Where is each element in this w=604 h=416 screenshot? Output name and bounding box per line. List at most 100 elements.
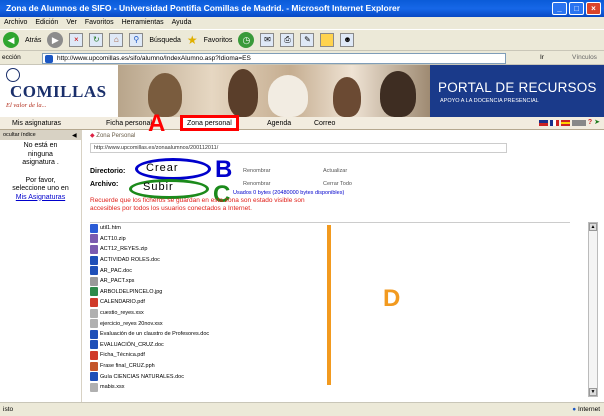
status-bar: isto ● Internet <box>0 402 604 416</box>
zip-file-icon <box>90 244 98 254</box>
quota-text: Usados 0 bytes (20480000 bytes disponibl… <box>233 190 345 196</box>
word-file-icon <box>90 340 98 350</box>
status-text: isto <box>3 406 14 413</box>
message-line: No está en <box>23 142 58 149</box>
links-label[interactable]: Vínculos <box>572 51 597 65</box>
comillas-logo: COMILLAS El valor de la... <box>0 65 118 117</box>
scroll-down-icon[interactable]: ▼ <box>589 388 597 396</box>
search-icon[interactable]: ⚲ <box>129 33 144 47</box>
nav-tabs: Mis asignaturas Ficha personal Zona pers… <box>0 115 604 131</box>
uk-flag-icon[interactable] <box>538 120 548 126</box>
zone-label: Internet <box>577 406 600 413</box>
browser-toolbar: ◀ Atrás ▶ × ↻ ⌂ ⚲ Búsqueda ★ Favoritos ◷… <box>0 29 604 51</box>
fr-flag-icon[interactable] <box>549 120 559 126</box>
file-list-scrollbar[interactable]: ▲ ▼ <box>588 222 598 397</box>
rename-file-button[interactable]: Renombrar <box>243 181 271 187</box>
forward-arrow-icon[interactable]: ▶ <box>47 32 64 48</box>
person-figure <box>228 69 258 117</box>
minimize-button[interactable]: _ <box>552 2 567 15</box>
file-icon <box>90 382 98 392</box>
main-content: ◆ Zona Personal http://www.upcomillas.es… <box>83 130 604 402</box>
presentation-file-icon <box>90 361 98 371</box>
address-url: http://www.upcomillas.es/sifo/alumno/Ind… <box>57 55 251 62</box>
stop-icon[interactable]: × <box>69 33 84 47</box>
home-icon[interactable]: ⌂ <box>109 33 124 47</box>
scroll-up-icon[interactable]: ▲ <box>589 223 597 231</box>
web-file-icon <box>90 223 98 233</box>
tab-zona-personal[interactable]: Zona personal <box>180 115 239 131</box>
annotation-d: D <box>383 285 401 312</box>
file-icon <box>90 319 98 329</box>
globe-icon: ● <box>572 406 577 413</box>
site-banner: COMILLAS El valor de la... PORTAL DE REC… <box>0 65 604 117</box>
back-arrow-icon[interactable]: ◀ <box>3 32 19 48</box>
tab-agenda[interactable]: Agenda <box>263 117 295 130</box>
go-button[interactable]: Ir <box>540 51 544 65</box>
favorites-label[interactable]: Favoritos <box>204 37 233 44</box>
edit-icon[interactable]: ✎ <box>300 33 315 47</box>
favorites-star-icon[interactable]: ★ <box>187 33 198 47</box>
seal-icon <box>6 68 20 82</box>
portal-title: PORTAL DE RECURSOS <box>438 80 597 95</box>
rename-directory-button[interactable]: Renombrar <box>243 168 271 174</box>
maximize-button[interactable]: □ <box>569 2 584 15</box>
upload-button[interactable]: Subir <box>143 181 174 193</box>
page-icon <box>45 55 53 63</box>
menu-edicion[interactable]: Edición <box>35 17 58 29</box>
zone-url: http://www.upcomillas.es/zonaalumnos/200… <box>90 143 507 153</box>
language-selector: ? ➤ <box>538 119 600 126</box>
mis-asignaturas-link[interactable]: Mis Asignaturas <box>0 194 81 203</box>
file-icon <box>90 276 98 286</box>
breadcrumb: ◆ Zona Personal <box>90 132 135 139</box>
close-button[interactable]: × <box>586 2 601 15</box>
menu-favoritos[interactable]: Favoritos <box>85 17 114 29</box>
tab-mis-asignaturas[interactable]: Mis asignaturas <box>8 117 65 130</box>
es-flag-icon[interactable] <box>560 120 570 126</box>
address-label: ección <box>2 54 21 61</box>
word-file-icon <box>90 329 98 339</box>
portal-header: PORTAL DE RECURSOS APOYO A LA DOCENCIA P… <box>430 65 604 117</box>
warning-line: Recuerde que los ficheros se guardan en … <box>90 197 305 204</box>
no-subject-message: No está en ninguna asignatura . Por favo… <box>0 142 81 202</box>
print-icon[interactable] <box>571 120 586 126</box>
collapse-icon[interactable]: ◀ <box>72 131 77 141</box>
menu-archivo[interactable]: Archivo <box>4 17 27 29</box>
tab-correo[interactable]: Correo <box>310 117 339 130</box>
pdf-file-icon <box>90 350 98 360</box>
back-label[interactable]: Atrás <box>25 37 41 44</box>
update-button[interactable]: Actualizar <box>323 168 347 174</box>
annotation-d-line <box>327 225 331 385</box>
portal-subtitle: APOYO A LA DOCENCIA PRESENCIAL <box>440 98 539 104</box>
public-warning: Recuerde que los ficheros se guardan en … <box>90 197 430 212</box>
mail-icon[interactable]: ✉ <box>260 33 275 47</box>
hide-index-bar[interactable]: ocultar índice ◀ <box>0 130 81 140</box>
menu-ver[interactable]: Ver <box>66 17 77 29</box>
zip-file-icon <box>90 234 98 244</box>
menu-ayuda[interactable]: Ayuda <box>172 17 192 29</box>
menu-herramientas[interactable]: Herramientas <box>122 17 164 29</box>
print-icon[interactable]: ⎙ <box>280 33 295 47</box>
prompt-line: Por favor, <box>25 176 56 184</box>
hide-index-label[interactable]: ocultar índice <box>3 132 36 138</box>
warning-line: accesibles por todos los usuarios conect… <box>90 204 252 212</box>
breadcrumb-icon: ◆ <box>90 133 95 139</box>
word-file-icon <box>90 372 98 382</box>
person-figure <box>380 71 416 117</box>
pdf-file-icon <box>90 297 98 307</box>
search-label[interactable]: Búsqueda <box>149 37 181 44</box>
window-title: Zona de Alumnos de SIFO - Universidad Po… <box>6 3 401 13</box>
folder-icon[interactable] <box>320 33 335 47</box>
message-line: asignatura . <box>22 159 59 166</box>
history-icon[interactable]: ◷ <box>238 32 255 48</box>
close-all-button[interactable]: Cerrar Todo <box>323 181 352 187</box>
breadcrumb-text[interactable]: Zona Personal <box>96 133 135 139</box>
address-input[interactable]: http://www.upcomillas.es/sifo/alumno/Ind… <box>42 53 506 64</box>
annotation-b: B <box>215 156 233 183</box>
help-icon[interactable]: ? <box>588 119 592 126</box>
refresh-icon[interactable]: ↻ <box>89 33 104 47</box>
file-label: Archivo: <box>90 181 119 188</box>
exit-icon[interactable]: ➤ <box>594 119 600 126</box>
file-icon <box>90 308 98 318</box>
messenger-icon[interactable]: ☻ <box>340 33 355 47</box>
create-button[interactable]: Crear <box>146 162 179 174</box>
